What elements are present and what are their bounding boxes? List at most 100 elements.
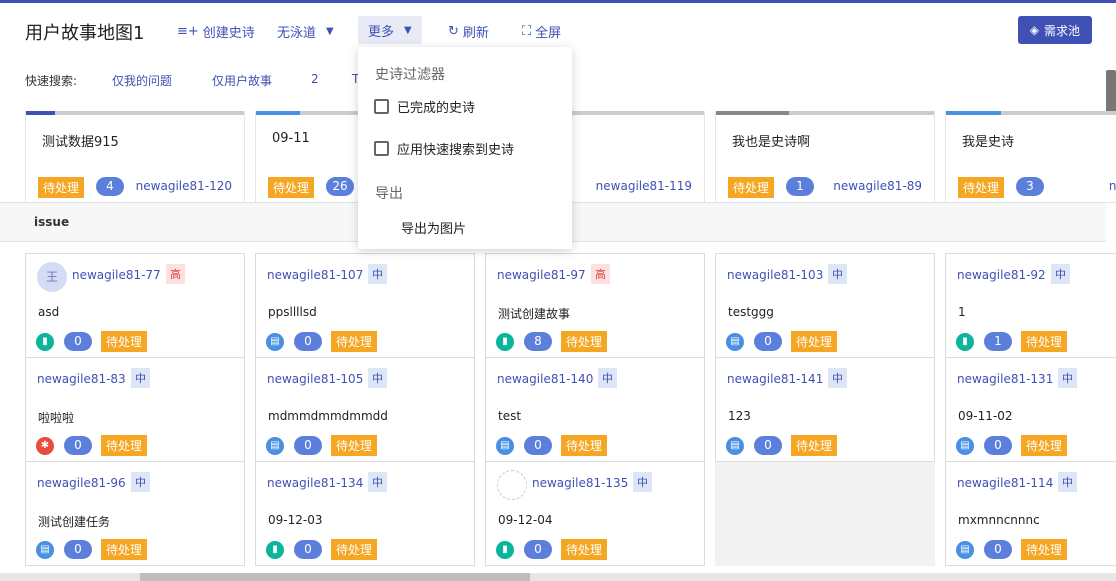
issue-key-link[interactable]: newagile81-107 [267, 268, 363, 282]
story-points-badge: 0 [984, 540, 1012, 559]
quick-filter-2[interactable]: 2 [311, 72, 319, 86]
epic-progress-bar [946, 111, 1116, 115]
epic-count-badge: 3 [1016, 177, 1044, 196]
issue-key-link[interactable]: newagile81-92 [957, 268, 1046, 282]
issue-card[interactable]: 王 newagile81-77 高 asd ▮ 0 待处理 [25, 253, 245, 358]
caret-down-icon: ▼ [326, 25, 334, 37]
epic-key-link[interactable]: newagile81-89 [833, 179, 922, 193]
avatar [497, 470, 527, 500]
task-type-icon: ▤ [956, 541, 974, 559]
epic-progress-fill [946, 111, 1001, 115]
issue-key-link[interactable]: newagile81-140 [497, 372, 593, 386]
create-epic-button[interactable]: ≡+ 创建史诗 [177, 19, 255, 43]
issue-card[interactable]: newagile81-131 中 09-11-02 ▤ 0 待处理 [945, 357, 1116, 462]
swimlane-dropdown[interactable]: 无泳道 ▼ [277, 19, 334, 43]
priority-badge: 中 [131, 472, 150, 492]
priority-badge: 中 [1051, 264, 1070, 284]
status-badge: 待处理 [101, 435, 148, 456]
fullscreen-icon: ⛶ [522, 23, 532, 39]
quick-filter-my-issues[interactable]: 仅我的问题 [112, 72, 172, 89]
fullscreen-button[interactable]: ⛶ 全屏 [522, 19, 561, 43]
epic-card[interactable]: 我是史诗待处理 3 newagi [945, 111, 1116, 203]
issue-card[interactable]: newagile81-140 中 test ▤ 0 待处理 [485, 357, 705, 462]
issue-key-link[interactable]: newagile81-134 [267, 476, 363, 490]
refresh-button[interactable]: ↻ 刷新 [448, 19, 489, 43]
issue-summary: 123 [728, 409, 751, 423]
issue-card[interactable]: newagile81-134 中 09-12-03 ▮ 0 待处理 [255, 461, 475, 566]
checkbox[interactable] [374, 141, 389, 156]
requirement-pool-label: 需求池 [1043, 23, 1080, 38]
issue-key-link[interactable]: newagile81-103 [727, 268, 823, 282]
issue-summary: 09-11-02 [958, 409, 1013, 423]
story-points-badge: 0 [524, 436, 552, 455]
epic-filter-title: 史诗过滤器 [375, 67, 445, 83]
export-image-option[interactable]: 导出为图片 [401, 218, 466, 237]
priority-badge: 中 [368, 264, 387, 284]
issue-key-link[interactable]: newagile81-83 [37, 372, 126, 386]
issue-card[interactable]: newagile81-141 中 123 ▤ 0 待处理 [715, 357, 935, 462]
issue-summary: 测试创建故事 [498, 307, 571, 321]
task-type-icon: ▤ [726, 437, 744, 455]
apply-quick-search-option[interactable]: 应用快速搜索到史诗 [374, 139, 514, 158]
priority-badge: 中 [828, 264, 847, 284]
epic-title: 09-11 [272, 131, 310, 146]
epic-card[interactable]: 测试数据915 待处理 4 newagile81-120 [25, 111, 245, 203]
epic-card[interactable]: 我也是史诗啊 待处理 1 newagile81-89 [715, 111, 935, 203]
issue-key-link[interactable]: newagile81-135 [532, 476, 628, 490]
issue-key-link[interactable]: newagile81-141 [727, 372, 823, 386]
issue-card[interactable]: newagile81-92 中 1 ▮ 1 待处理 [945, 253, 1116, 358]
issue-key-link[interactable]: newagile81-97 [497, 268, 586, 282]
issue-card[interactable]: newagile81-114 中 mxmnncnnnc ▤ 0 待处理 [945, 461, 1116, 566]
issue-key-link[interactable]: newagile81-131 [957, 372, 1053, 386]
epic-key-link[interactable]: newagile81-119 [596, 179, 692, 193]
horizontal-scrollbar-thumb[interactable] [140, 573, 530, 581]
task-type-icon: ▤ [266, 437, 284, 455]
epic-title: 测试数据915 [42, 135, 119, 150]
layers-icon: ◈ [1029, 23, 1039, 37]
issue-summary: 09-12-04 [498, 513, 553, 527]
checkbox[interactable] [374, 99, 389, 114]
epic-progress-fill [716, 111, 789, 115]
quick-filter-stories[interactable]: 仅用户故事 [212, 72, 272, 89]
issue-key-link[interactable]: newagile81-105 [267, 372, 363, 386]
priority-badge: 中 [633, 472, 652, 492]
epic-key-link[interactable]: newagi [1109, 179, 1116, 193]
issue-card[interactable]: newagile81-83 中啦啦啦 ✱ 0 待处理 [25, 357, 245, 462]
issue-card[interactable]: newagile81-103 中 testggg ▤ 0 待处理 [715, 253, 935, 358]
status-badge: 待处理 [561, 331, 608, 352]
issue-card[interactable]: newagile81-97 高测试创建故事 ▮ 8 待处理 [485, 253, 705, 358]
epic-progress-fill [256, 111, 300, 115]
horizontal-scrollbar[interactable] [0, 573, 1116, 581]
issue-card[interactable]: newagile81-135 中 09-12-04 ▮ 0 待处理 [485, 461, 705, 566]
status-badge: 待处理 [101, 331, 148, 352]
epic-progress-bar [716, 111, 934, 115]
issue-card[interactable]: newagile81-105 中 mdmmdmmdmmdd ▤ 0 待处理 [255, 357, 475, 462]
more-dropdown[interactable]: 更多 ▼ [358, 16, 422, 44]
status-badge: 待处理 [1021, 435, 1068, 456]
story-type-icon: ▮ [36, 333, 54, 351]
completed-epics-option[interactable]: 已完成的史诗 [374, 97, 475, 116]
issue-summary: asd [38, 305, 60, 319]
issue-summary: 09-12-03 [268, 513, 323, 527]
story-points-badge: 0 [754, 436, 782, 455]
epic-key-link[interactable]: newagile81-120 [136, 179, 232, 193]
status-badge: 待处理 [791, 331, 838, 352]
export-title: 导出 [375, 186, 403, 202]
issue-key-link[interactable]: newagile81-96 [37, 476, 126, 490]
story-points-badge: 0 [524, 540, 552, 559]
refresh-icon: ↻ [448, 23, 459, 39]
issue-card[interactable]: newagile81-96 中测试创建任务 ▤ 0 待处理 [25, 461, 245, 566]
epic-count-badge: 1 [786, 177, 814, 196]
issue-key-link[interactable]: newagile81-77 [72, 268, 161, 282]
task-type-icon: ▤ [956, 437, 974, 455]
issue-card[interactable]: newagile81-107 中 ppsllllsd ▤ 0 待处理 [255, 253, 475, 358]
story-points-badge: 0 [64, 332, 92, 351]
apply-quick-search-label: 应用快速搜索到史诗 [397, 143, 515, 158]
priority-badge: 中 [368, 472, 387, 492]
issue-key-link[interactable]: newagile81-114 [957, 476, 1053, 490]
issue-summary: 测试创建任务 [38, 515, 111, 529]
status-badge: 待处理 [101, 539, 148, 560]
story-type-icon: ▮ [956, 333, 974, 351]
story-points-badge: 0 [294, 540, 322, 559]
requirement-pool-button[interactable]: ◈ 需求池 [1017, 16, 1092, 44]
